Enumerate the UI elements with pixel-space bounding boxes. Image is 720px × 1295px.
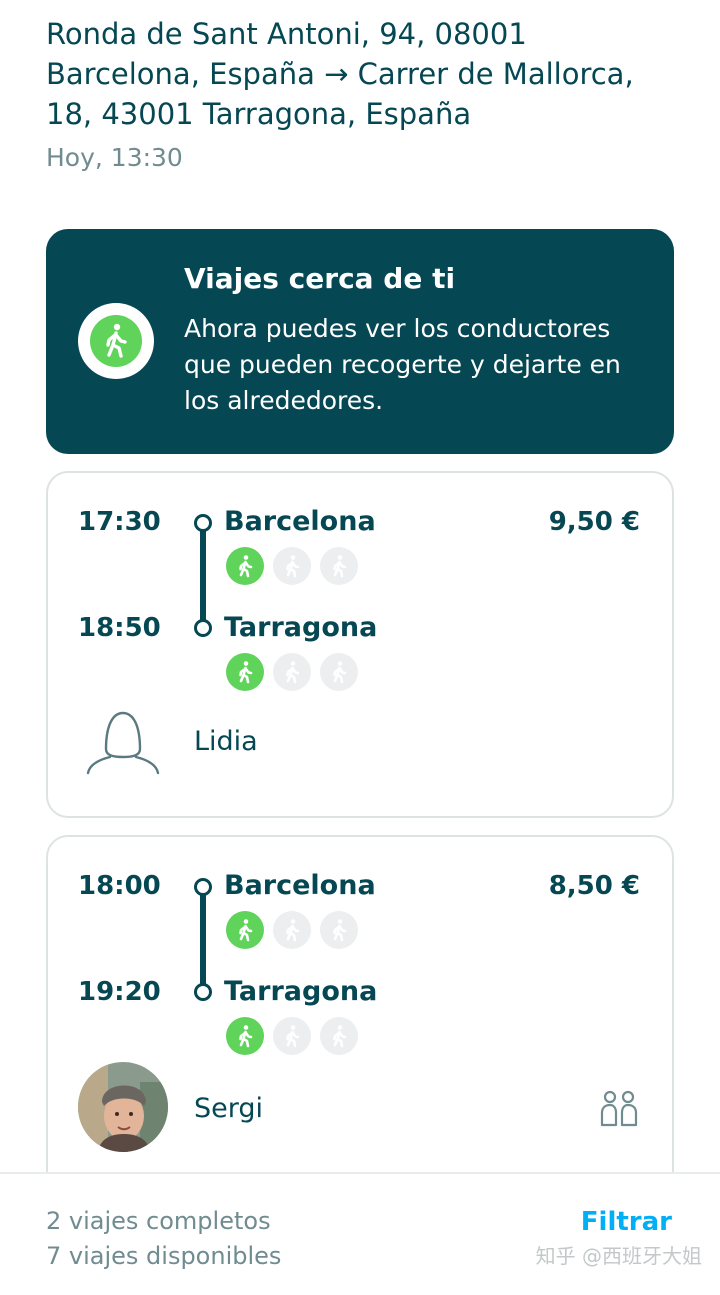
trip-card[interactable]: 17:30 18:50 Barcelona Tarragona 9,50 € L… [46,471,674,818]
departure-dot [194,878,212,896]
walking-person-icon [273,653,311,691]
max-two-in-back-icon [598,1089,640,1129]
trip-price: 8,50 € [548,871,640,901]
avatar-placeholder-icon [84,707,162,779]
dropoff-proximity-indicator [226,653,358,691]
nearby-trips-banner[interactable]: Viajes cerca de ti Ahora puedes ver los … [46,229,674,454]
walking-person-icon [273,547,311,585]
arrival-dot [194,619,212,637]
walking-person-icon [320,911,358,949]
walking-person-icon [226,911,264,949]
arrival-time: 18:50 [78,613,161,643]
departure-dot [194,514,212,532]
departure-city: Barcelona [224,870,376,901]
arrival-city: Tarragona [224,612,378,643]
departure-time: 17:30 [78,507,161,537]
search-date: Hoy, 13:30 [46,143,183,172]
departure-city: Barcelona [224,506,376,537]
avatar [78,1062,168,1152]
driver-name: Lidia [194,726,258,757]
available-trips-count: 7 viajes disponibles [46,1242,282,1270]
walking-person-icon [320,547,358,585]
walking-person-icon [226,653,264,691]
route-line [200,530,206,622]
arrival-city: Tarragona [224,976,378,1007]
route-line [200,894,206,986]
walking-person-icon [226,547,264,585]
banner-text: Ahora puedes ver los conductores que pue… [184,314,621,415]
route-title: Ronda de Sant Antoni, 94, 08001 Barcelon… [46,17,634,131]
arrival-dot [194,983,212,1001]
banner-title: Viajes cerca de ti [184,262,456,295]
trip-price: 9,50 € [548,507,640,537]
driver-name: Sergi [194,1093,264,1124]
walking-person-icon [320,653,358,691]
walking-person-icon [320,1017,358,1055]
trip-card[interactable]: 18:00 19:20 Barcelona Tarragona 8,50 € S… [46,835,674,1195]
walking-person-icon [273,911,311,949]
watermark: 知乎 @西班牙大姐 [535,1244,702,1268]
walking-person-icon [226,1017,264,1055]
pickup-proximity-indicator [226,911,358,949]
walking-person-icon [273,1017,311,1055]
dropoff-proximity-indicator [226,1017,358,1055]
pickup-proximity-indicator [226,547,358,585]
filter-button[interactable]: Filtrar [581,1207,672,1237]
results-footer: 2 viajes completos 7 viajes disponibles … [0,1172,720,1295]
departure-time: 18:00 [78,871,161,901]
arrival-time: 19:20 [78,977,161,1007]
completed-trips-count: 2 viajes completos [46,1207,271,1235]
walking-person-icon [78,303,154,379]
